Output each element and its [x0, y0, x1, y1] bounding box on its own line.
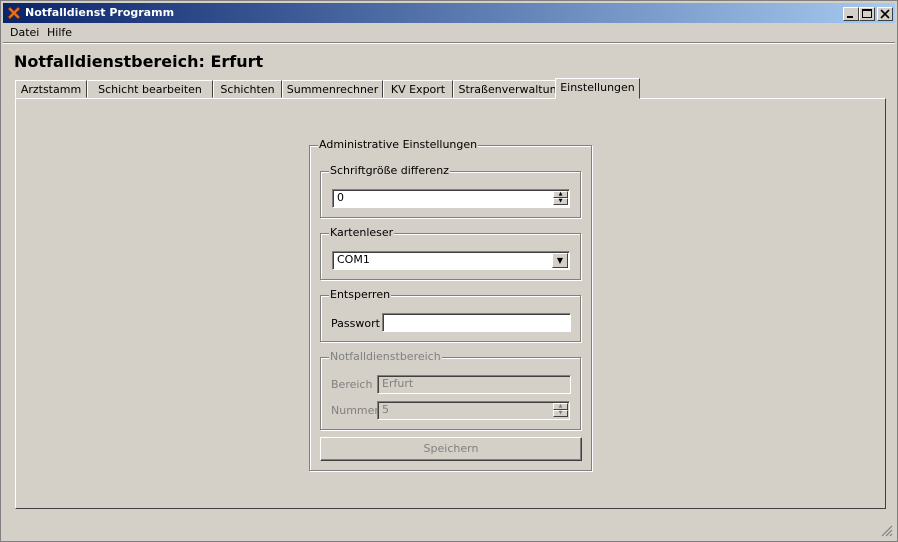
- admin-settings-title: Administrative Einstellungen: [318, 138, 479, 151]
- tab-schichten[interactable]: Schichten: [213, 80, 282, 98]
- menu-datei[interactable]: Datei: [10, 26, 39, 39]
- nummer-spinner: ▲ ▼: [553, 403, 568, 417]
- app-icon: [7, 6, 21, 20]
- tab-kv-export[interactable]: KV Export: [383, 80, 453, 98]
- card-reader-value: COM1: [337, 253, 370, 266]
- page-title: Notfalldienstbereich: Erfurt: [14, 52, 264, 71]
- menu-separator: [3, 42, 895, 44]
- nummer-spinbox: 5 ▲ ▼: [377, 401, 570, 420]
- app-window: Notfalldienst Programm Datei Hilfe Notfa…: [0, 0, 898, 542]
- menu-bar: Datei Hilfe: [3, 24, 895, 42]
- close-icon[interactable]: [877, 7, 893, 21]
- tab-strassenverwaltung[interactable]: Straßenverwaltung: [453, 80, 569, 98]
- area-group: Notfalldienstbereich Bereich Erfurt Numm…: [320, 350, 581, 430]
- font-size-value: 0: [337, 191, 344, 204]
- settings-panel: Administrative Einstellungen Schriftgröß…: [15, 98, 886, 509]
- nummer-value: 5: [382, 403, 389, 416]
- spin-down-icon: ▼: [553, 410, 568, 417]
- area-title: Notfalldienstbereich: [329, 350, 442, 363]
- tab-arztstamm[interactable]: Arztstamm: [15, 80, 87, 98]
- title-bar[interactable]: Notfalldienst Programm: [3, 3, 895, 23]
- resize-grip-icon[interactable]: [881, 525, 893, 537]
- minimize-icon[interactable]: [843, 7, 859, 21]
- password-input[interactable]: [382, 313, 571, 332]
- tab-einstellungen[interactable]: Einstellungen: [555, 78, 640, 99]
- tab-schicht-bearbeiten[interactable]: Schicht bearbeiten: [87, 80, 213, 98]
- tab-summenrechner[interactable]: Summenrechner: [282, 80, 383, 98]
- nummer-label: Nummer: [331, 404, 379, 417]
- save-button[interactable]: Speichern: [320, 437, 582, 461]
- chevron-down-icon[interactable]: ▼: [552, 253, 568, 268]
- password-label: Passwort: [331, 317, 380, 330]
- font-size-group: Schriftgröße differenz 0 ▲ ▼: [320, 164, 581, 218]
- maximize-icon[interactable]: [859, 7, 875, 21]
- window-title: Notfalldienst Programm: [25, 6, 175, 19]
- card-reader-title: Kartenleser: [329, 226, 395, 239]
- unlock-title: Entsperren: [329, 288, 392, 301]
- bereich-label: Bereich: [331, 378, 373, 391]
- menu-hilfe[interactable]: Hilfe: [47, 26, 72, 39]
- bereich-field: Erfurt: [377, 375, 571, 394]
- bereich-value: Erfurt: [382, 377, 414, 390]
- font-size-title: Schriftgröße differenz: [329, 164, 450, 177]
- spin-up-icon[interactable]: ▲: [553, 191, 568, 198]
- unlock-group: Entsperren Passwort: [320, 288, 581, 342]
- card-reader-select[interactable]: COM1 ▼: [332, 251, 570, 270]
- font-size-spinner[interactable]: ▲ ▼: [553, 191, 568, 205]
- spin-up-icon: ▲: [553, 403, 568, 410]
- spin-down-icon[interactable]: ▼: [553, 198, 568, 205]
- admin-settings-group: Administrative Einstellungen Schriftgröß…: [309, 138, 592, 471]
- card-reader-group: Kartenleser COM1 ▼: [320, 226, 581, 280]
- font-size-spinbox[interactable]: 0 ▲ ▼: [332, 189, 570, 208]
